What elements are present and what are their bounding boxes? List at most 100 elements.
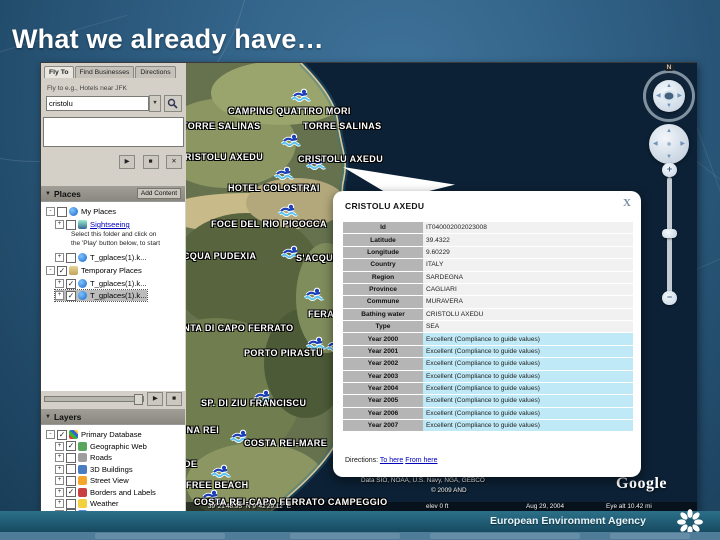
- checkbox[interactable]: [57, 206, 67, 217]
- search-results-list[interactable]: [43, 117, 184, 147]
- zoom-slider-knob[interactable]: [662, 229, 677, 238]
- checkbox[interactable]: [66, 219, 76, 230]
- move-down-arrow-icon[interactable]: ▼: [666, 154, 672, 160]
- google-earth-window: Fly To Find Businesses Directions Fly to…: [40, 62, 697, 540]
- places-item-tgplaces-3-selected[interactable]: + ✓ T_gplaces(1).k...: [54, 289, 148, 302]
- placemark-label[interactable]: CAMPING QUATTRO MORI: [228, 106, 351, 116]
- collapse-triangle-icon[interactable]: ▼: [45, 414, 51, 420]
- field-value: CAGLIARI: [423, 283, 633, 296]
- close-icon[interactable]: X: [623, 197, 631, 209]
- field-label: Type: [343, 321, 423, 333]
- directions-to-here-link[interactable]: To here: [380, 457, 403, 464]
- move-left-arrow-icon[interactable]: ◀: [653, 141, 658, 147]
- placemark-label[interactable]: FREE BEACH: [186, 480, 249, 490]
- layers-header-label: Layers: [53, 411, 82, 422]
- checkbox[interactable]: ✓: [66, 278, 76, 289]
- look-up-arrow-icon[interactable]: ▲: [666, 83, 672, 89]
- north-indicator[interactable]: N: [664, 64, 674, 71]
- expander-icon[interactable]: -: [46, 207, 55, 216]
- move-up-arrow-icon[interactable]: ▲: [666, 128, 672, 134]
- add-content-button[interactable]: Add Content: [136, 188, 181, 199]
- places-item-my-places[interactable]: - My Places: [46, 206, 116, 217]
- look-joystick[interactable]: ▲ ▼ ◀ ▶: [653, 80, 685, 112]
- bathing-site-icon[interactable]: [211, 464, 231, 478]
- status-imagery-date: Aug 29, 2004: [526, 503, 565, 510]
- deco-rect: [95, 533, 225, 539]
- status-elevation: elev 0 ft: [426, 503, 449, 510]
- look-right-arrow-icon[interactable]: ▶: [677, 93, 682, 99]
- tab-directions[interactable]: Directions: [135, 66, 176, 78]
- placemark-label[interactable]: TORRE SALINAS: [303, 121, 382, 131]
- copyright-attribution: © 2009 AND: [431, 487, 467, 494]
- bathing-water-table: Id IT040002002023008 Latitude 39.4322 Long…: [343, 221, 633, 432]
- search-tabs: Fly To Find Businesses Directions: [41, 63, 186, 78]
- places-item-label[interactable]: Sightseeing: [90, 220, 130, 229]
- places-item-tgplaces-2[interactable]: + ✓ T_gplaces(1).k...: [55, 278, 147, 289]
- expander-icon[interactable]: +: [55, 253, 64, 262]
- bathing-site-icon[interactable]: [278, 203, 298, 217]
- placemark-label[interactable]: SP. DI ZIU FRANCISCU: [201, 398, 306, 408]
- bathing-site-icon[interactable]: [281, 133, 301, 147]
- field-label: Commune: [343, 296, 423, 308]
- expander-icon[interactable]: +: [55, 291, 64, 300]
- placemark-label[interactable]: COSTA REI-MARE: [244, 438, 327, 448]
- bathing-site-icon[interactable]: [304, 287, 324, 301]
- places-item-label: T_gplaces(1).k...: [90, 279, 147, 288]
- tab-fly-to[interactable]: Fly To: [44, 66, 74, 78]
- tour-slider-knob[interactable]: [134, 394, 144, 405]
- tab-find-businesses[interactable]: Find Businesses: [74, 66, 135, 78]
- placemark-label[interactable]: ACQUA PUDEXIA: [186, 251, 256, 261]
- field-label: Year 2007: [343, 420, 423, 432]
- places-stop-button[interactable]: ■: [166, 392, 182, 406]
- placemark-label[interactable]: HOTEL COLOSTRAI: [228, 183, 320, 193]
- table-row: Bathing water CRISTOLU AXEDU: [343, 308, 633, 320]
- placemark-label[interactable]: CRISTOLU AXEDU: [298, 154, 383, 164]
- search-button[interactable]: [163, 95, 182, 112]
- table-row: Type SEA: [343, 321, 633, 333]
- tour-stop-button[interactable]: ■: [142, 155, 159, 169]
- directions-from-here-link[interactable]: From here: [405, 457, 437, 464]
- expander-icon[interactable]: -: [46, 266, 55, 275]
- globe-icon: [78, 279, 87, 288]
- compass-look-control[interactable]: N ▲ ▼ ◀ ▶: [643, 64, 695, 122]
- globe-icon: [69, 207, 78, 216]
- layers-panel-header[interactable]: ▼ Layers: [41, 409, 185, 424]
- field-label: Year 2002: [343, 358, 423, 370]
- layers-tree-bottom: + Global Awareness + ✓ Places of Interes…: [41, 424, 185, 540]
- search-input[interactable]: [46, 96, 149, 111]
- dropdown-arrow-icon[interactable]: ▼: [149, 95, 161, 112]
- places-item-tgplaces-1[interactable]: + T_gplaces(1).k...: [55, 252, 147, 263]
- zoom-in-button[interactable]: +: [662, 163, 677, 177]
- placemark-label[interactable]: DE: [186, 459, 197, 469]
- placemark-label[interactable]: TORRE SALINAS: [186, 121, 261, 131]
- move-right-arrow-icon[interactable]: ▶: [680, 141, 685, 147]
- places-item-sightseeing[interactable]: + Sightseeing: [55, 219, 130, 230]
- placemark-label[interactable]: PUNTA DI CAPO FERRATO: [186, 323, 294, 333]
- checkbox[interactable]: ✓: [66, 290, 76, 301]
- tour-play-button[interactable]: ▶: [119, 155, 136, 169]
- look-left-arrow-icon[interactable]: ◀: [656, 93, 661, 99]
- placemark-label[interactable]: FOCE DEL RIO PICOCCA: [211, 219, 327, 229]
- placemark-label[interactable]: CRISTOLU AXEDU: [186, 152, 263, 162]
- table-row: Commune MURAVERA: [343, 296, 633, 308]
- zoom-out-button[interactable]: −: [662, 291, 677, 305]
- tour-slider[interactable]: [44, 394, 145, 405]
- globe-icon: [78, 291, 87, 300]
- checkbox[interactable]: ✓: [57, 265, 67, 276]
- look-down-arrow-icon[interactable]: ▼: [666, 103, 672, 109]
- expander-icon[interactable]: +: [55, 279, 64, 288]
- places-item-temporary-places[interactable]: - ✓ Temporary Places: [46, 265, 142, 276]
- clear-results-button[interactable]: ✕: [166, 155, 182, 169]
- expander-icon[interactable]: +: [55, 220, 64, 229]
- checkbox[interactable]: [66, 252, 76, 263]
- places-item-label: My Places: [81, 207, 117, 216]
- move-joystick[interactable]: ▲ ▼ ◀ ▶ ◆: [649, 124, 689, 164]
- sightseeing-note-line2: the 'Play' button below, to start: [71, 240, 161, 247]
- places-panel-header[interactable]: ▼ Places Add Content: [41, 186, 185, 201]
- bathing-site-icon[interactable]: [274, 166, 294, 180]
- places-play-button[interactable]: ▶: [147, 392, 164, 406]
- placemark-label[interactable]: MARINA REI: [186, 425, 219, 435]
- collapse-triangle-icon[interactable]: ▼: [45, 191, 51, 197]
- bathing-site-icon[interactable]: [291, 88, 311, 102]
- placemark-label[interactable]: PORTO PIRASTU: [244, 348, 323, 358]
